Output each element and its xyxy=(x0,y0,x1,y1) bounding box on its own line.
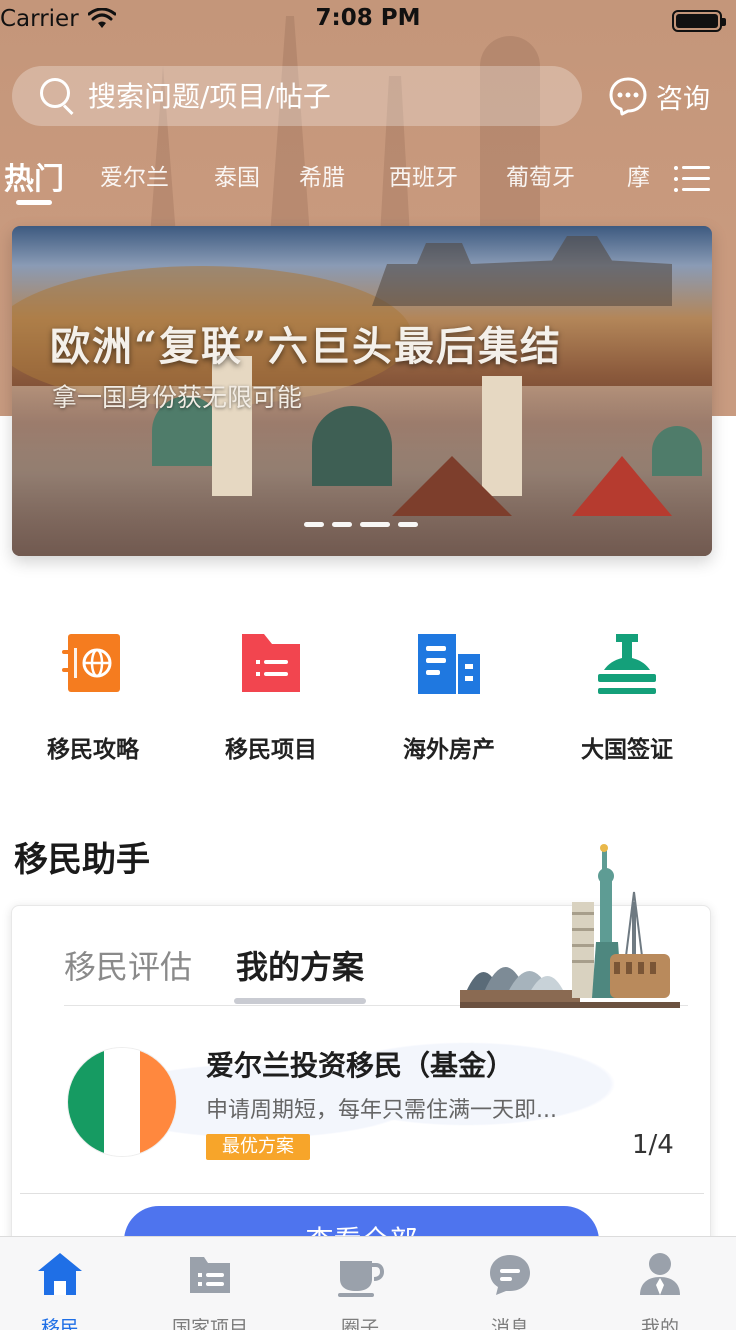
banner-castle xyxy=(372,236,672,306)
consult-button[interactable]: 咨询 xyxy=(608,72,710,120)
tab-ireland[interactable]: 爱尔兰 xyxy=(100,158,169,192)
page-dot-active xyxy=(360,522,390,527)
page-dot xyxy=(398,522,418,527)
tab-greece[interactable]: 希腊 xyxy=(299,158,345,192)
plan-title[interactable]: 爱尔兰投资移民（基金） xyxy=(206,1044,514,1084)
message-icon xyxy=(490,1255,530,1295)
banner-tower xyxy=(482,376,522,496)
battery-icon xyxy=(672,10,726,32)
banner-title: 欧洲“复联”六巨头最后集结 xyxy=(50,323,563,370)
tabbar-circle[interactable]: 圈子 xyxy=(300,1251,420,1330)
tab-thailand[interactable]: 泰国 xyxy=(214,158,260,192)
section-title: 移民助手 xyxy=(14,840,150,880)
country-tabs: 热门 爱尔兰 泰国 希腊 西班牙 葡萄牙 摩 xyxy=(0,158,736,210)
search-input[interactable] xyxy=(88,79,528,113)
tabbar-label: 移民 xyxy=(40,1317,79,1330)
list-card-icon xyxy=(190,1257,230,1293)
tabbar-label: 国家项目 xyxy=(171,1317,248,1330)
quick-action-visa[interactable]: 大国签证 xyxy=(552,630,702,764)
stamp-icon xyxy=(598,634,656,694)
tabbar-country-projects[interactable]: 国家项目 xyxy=(150,1251,270,1330)
tabbar-home[interactable]: 移民 xyxy=(0,1251,120,1330)
landmarks-illustration xyxy=(460,844,680,1008)
folder-icon xyxy=(242,634,300,692)
search-bar[interactable] xyxy=(12,66,582,126)
consult-label: 咨询 xyxy=(656,83,710,115)
home-icon xyxy=(38,1253,82,1295)
tab-more-country[interactable]: 摩 xyxy=(627,158,650,192)
menu-icon[interactable] xyxy=(674,164,710,194)
banner-pagination xyxy=(304,522,418,527)
quick-action-property[interactable]: 海外房产 xyxy=(374,630,524,764)
quick-action-projects[interactable]: 移民项目 xyxy=(196,630,346,764)
quick-action-label: 移民攻略 xyxy=(47,737,139,763)
status-time: 7:08 PM xyxy=(315,5,421,31)
ireland-flag-icon xyxy=(68,1048,176,1156)
tab-hot[interactable]: 热门 xyxy=(4,154,64,198)
banner-subtitle: 拿一国身份获无限可能 xyxy=(52,383,303,412)
tab-indicator xyxy=(16,200,52,205)
banner-dome xyxy=(652,426,702,476)
banner-tower xyxy=(212,356,252,496)
plan-description: 申请周期短，每年只需住满一天即... xyxy=(206,1098,557,1123)
quick-actions: 移民攻略 移民项目 海外房产 大国签证 xyxy=(0,630,736,763)
search-icon xyxy=(40,78,76,116)
tabbar-profile[interactable]: 我的 xyxy=(600,1251,720,1330)
passport-icon xyxy=(62,634,120,692)
tab-indicator xyxy=(234,998,366,1004)
tabbar-messages[interactable]: 消息 xyxy=(450,1251,570,1330)
status-bar: Carrier 7:08 PM xyxy=(0,0,736,40)
quick-action-label: 大国签证 xyxy=(581,737,673,763)
tab-spain[interactable]: 西班牙 xyxy=(389,158,458,192)
quick-action-guide[interactable]: 移民攻略 xyxy=(18,630,168,764)
quick-action-label: 海外房产 xyxy=(403,737,495,763)
page-dot xyxy=(304,522,324,527)
profile-icon xyxy=(640,1253,680,1295)
banner-dome xyxy=(312,406,392,486)
plan-pager: 1/4 xyxy=(632,1130,674,1160)
page-dot xyxy=(332,522,352,527)
tabbar-label: 圈子 xyxy=(340,1317,379,1330)
building-icon xyxy=(418,634,480,694)
promo-banner[interactable]: 欧洲“复联”六巨头最后集结 拿一国身份获无限可能 xyxy=(12,226,712,556)
tab-my-plan[interactable]: 我的方案 xyxy=(236,942,364,988)
best-plan-badge: 最优方案 xyxy=(206,1134,310,1160)
quick-action-label: 移民项目 xyxy=(225,737,317,763)
divider xyxy=(20,1193,704,1194)
bottom-tab-bar: 移民 国家项目 圈子 消息 我的 xyxy=(0,1236,736,1330)
tabbar-label: 我的 xyxy=(640,1317,679,1330)
tabbar-label: 消息 xyxy=(490,1317,529,1330)
tab-portugal[interactable]: 葡萄牙 xyxy=(506,158,575,192)
chat-bubble-icon xyxy=(609,77,647,116)
cup-icon xyxy=(338,1261,385,1297)
tab-assessment[interactable]: 移民评估 xyxy=(64,942,192,988)
